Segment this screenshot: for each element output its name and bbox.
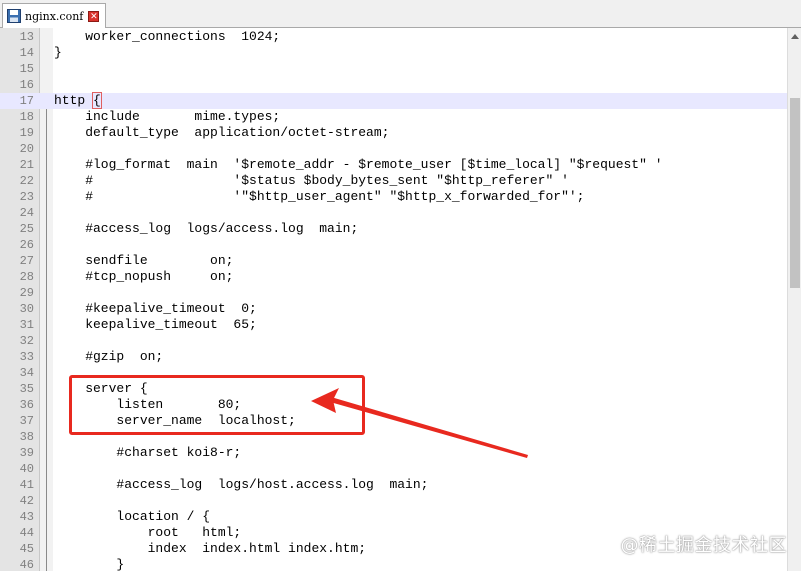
code-text: worker_connections 1024; — [54, 29, 281, 44]
code-line[interactable]: 19 default_type application/octet-stream… — [0, 125, 787, 141]
tab-label: nginx.conf — [25, 9, 84, 23]
code-text: #gzip on; — [54, 349, 164, 364]
scrollbar-thumb[interactable] — [790, 98, 800, 288]
tab-nginx-conf[interactable]: nginx.conf ✕ — [2, 3, 106, 28]
code-line[interactable]: 28 #tcp_nopush on; — [0, 269, 787, 285]
code-line[interactable]: 15 — [0, 61, 787, 77]
code-text: http { — [54, 92, 102, 109]
code-text: index index.html index.htm; — [54, 541, 367, 556]
code-text: root html; — [54, 525, 242, 540]
code-text: # '"$http_user_agent" "$http_x_forwarded… — [54, 189, 585, 204]
line-number: 31 — [19, 318, 34, 332]
line-number: 23 — [19, 190, 34, 204]
code-text: #tcp_nopush on; — [54, 269, 234, 284]
line-number: 15 — [19, 62, 34, 76]
code-text: #access_log logs/host.access.log main; — [54, 477, 429, 492]
line-number: 33 — [19, 350, 34, 364]
line-number: 43 — [19, 510, 34, 524]
code-line[interactable]: 26 — [0, 237, 787, 253]
code-text: #log_format main '$remote_addr - $remote… — [54, 157, 663, 172]
code-line[interactable]: 13 worker_connections 1024; — [0, 29, 787, 45]
line-number: 30 — [19, 302, 34, 316]
code-line[interactable]: 25 #access_log logs/access.log main; — [0, 221, 787, 237]
line-number: 35 — [19, 382, 34, 396]
code-text: include mime.types; — [54, 109, 281, 124]
line-number: 17 — [19, 94, 34, 108]
code-line[interactable]: 21 #log_format main '$remote_addr - $rem… — [0, 157, 787, 173]
watermark: @稀土掘金技术社区 — [620, 535, 787, 556]
line-number: 24 — [19, 206, 34, 220]
code-text: default_type application/octet-stream; — [54, 125, 390, 140]
line-number: 44 — [19, 526, 34, 540]
line-number: 22 — [19, 174, 34, 188]
code-line[interactable]: 18 include mime.types; — [0, 109, 787, 125]
code-line[interactable]: 46 } — [0, 557, 787, 571]
line-number: 27 — [19, 254, 34, 268]
code-text: #charset koi8-r; — [54, 445, 242, 460]
line-number: 39 — [19, 446, 34, 460]
floppy-disk-icon — [7, 9, 21, 23]
code-line[interactable]: 27 sendfile on; — [0, 253, 787, 269]
code-line[interactable]: 39 #charset koi8-r; — [0, 445, 787, 461]
code-text: # '$status $body_bytes_sent "$http_refer… — [54, 173, 569, 188]
scroll-up-arrow-icon[interactable] — [791, 34, 799, 39]
line-number: 21 — [19, 158, 34, 172]
code-text: #keepalive_timeout 0; — [54, 301, 257, 316]
code-line[interactable]: 22 # '$status $body_bytes_sent "$http_re… — [0, 173, 787, 189]
line-number: 26 — [19, 238, 34, 252]
line-number: 41 — [19, 478, 34, 492]
line-number: 29 — [19, 286, 34, 300]
code-line[interactable]: 42 — [0, 493, 787, 509]
line-number: 46 — [19, 558, 34, 571]
line-number: 42 — [19, 494, 34, 508]
code-line[interactable]: 30 #keepalive_timeout 0; — [0, 301, 787, 317]
line-number: 36 — [19, 398, 34, 412]
code-text: #access_log logs/access.log main; — [54, 221, 359, 236]
code-text: } — [54, 557, 125, 571]
line-number: 20 — [19, 142, 34, 156]
code-text: keepalive_timeout 65; — [54, 317, 257, 332]
line-number: 38 — [19, 430, 34, 444]
line-number: 14 — [19, 46, 34, 60]
code-line[interactable]: 20 — [0, 141, 787, 157]
code-line[interactable]: 16 — [0, 77, 787, 93]
code-line[interactable]: 33 #gzip on; — [0, 349, 787, 365]
line-number: 32 — [19, 334, 34, 348]
line-number: 28 — [19, 270, 34, 284]
code-line[interactable]: 31 keepalive_timeout 65; — [0, 317, 787, 333]
code-line[interactable]: 24 — [0, 205, 787, 221]
annotation-highlight-box — [69, 375, 365, 435]
line-number: 19 — [19, 126, 34, 140]
line-number: 37 — [19, 414, 34, 428]
code-editor[interactable]: 13 worker_connections 1024; 14} 15 16 17 http… — [0, 28, 787, 571]
code-line[interactable]: 14} — [0, 45, 787, 61]
code-line[interactable]: 17 http { — [0, 92, 787, 109]
code-line[interactable]: 43 location / { — [0, 509, 787, 525]
code-text: location / { — [54, 509, 211, 524]
line-number: 40 — [19, 462, 34, 476]
line-number: 13 — [19, 30, 34, 44]
code-lines: 13 worker_connections 1024; 14} 15 16 17 http… — [0, 29, 787, 571]
line-number: 25 — [19, 222, 34, 236]
code-line[interactable]: 23 # '"$http_user_agent" "$http_x_forwar… — [0, 189, 787, 205]
line-number: 34 — [19, 366, 34, 380]
matching-brace-highlight: { — [92, 92, 102, 109]
vertical-scrollbar[interactable] — [787, 28, 801, 571]
close-x-icon[interactable]: ✕ — [88, 10, 100, 22]
tab-bar: nginx.conf ✕ — [0, 0, 801, 28]
line-number: 18 — [19, 110, 34, 124]
line-number: 16 — [19, 78, 34, 92]
line-number: 45 — [19, 542, 34, 556]
code-text: } — [54, 45, 62, 60]
code-text: sendfile on; — [54, 253, 234, 268]
code-line[interactable]: 40 — [0, 461, 787, 477]
code-line[interactable]: 41 #access_log logs/host.access.log main… — [0, 477, 787, 493]
code-line[interactable]: 29 — [0, 285, 787, 301]
code-line[interactable]: 32 — [0, 333, 787, 349]
